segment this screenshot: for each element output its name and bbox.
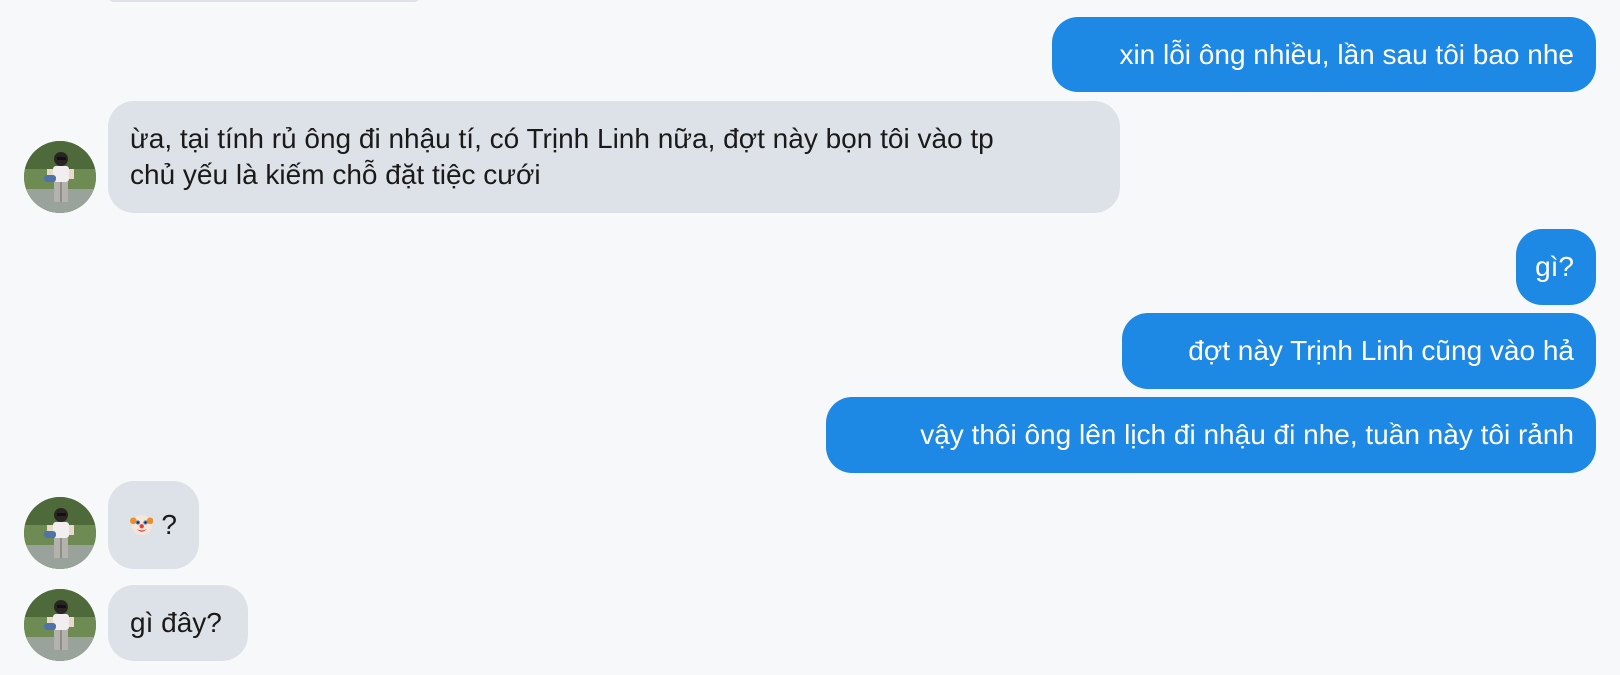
previous-message-bubble-edge [108, 0, 420, 2]
message-line: chủ yếu là kiếm chỗ đặt tiệc cưới [130, 159, 541, 190]
contact-avatar[interactable] [24, 589, 96, 661]
message-text: gì đây? [130, 607, 222, 638]
contact-avatar[interactable] [24, 497, 96, 569]
incoming-message-bubble[interactable]: ? [108, 481, 199, 569]
message-text: gì? [1535, 251, 1574, 282]
message-text: xin lỗi ông nhiều, lần sau tôi bao nhe [1119, 38, 1574, 70]
chat-thread: xin lỗi ông nhiều, lần sau tôi bao nhe ừ… [0, 0, 1620, 675]
contact-avatar[interactable] [24, 141, 96, 213]
outgoing-message-bubble[interactable]: gì? [1516, 229, 1596, 305]
outgoing-message-bubble[interactable]: xin lỗi ông nhiều, lần sau tôi bao nhe [1052, 17, 1596, 92]
message-text: ? [161, 509, 177, 540]
message-text: vậy thôi ông lên lịch đi nhậu đi nhe, tu… [920, 419, 1574, 450]
message-text: ừa, tại tính rủ ông đi nhậu tí, có Trịnh… [130, 121, 994, 193]
incoming-message-bubble[interactable]: gì đây? [108, 585, 248, 661]
avatar-photo [24, 589, 96, 661]
clown-face-emoji-icon [130, 514, 154, 536]
message-text: đợt này Trịnh Linh cũng vào hả [1188, 335, 1574, 366]
outgoing-message-bubble[interactable]: vậy thôi ông lên lịch đi nhậu đi nhe, tu… [826, 397, 1596, 473]
incoming-message-bubble[interactable]: ừa, tại tính rủ ông đi nhậu tí, có Trịnh… [108, 101, 1120, 213]
message-line: ừa, tại tính rủ ông đi nhậu tí, có Trịnh… [130, 123, 994, 154]
outgoing-message-bubble[interactable]: đợt này Trịnh Linh cũng vào hả [1122, 313, 1596, 389]
avatar-photo [24, 497, 96, 569]
avatar-photo [24, 141, 96, 213]
